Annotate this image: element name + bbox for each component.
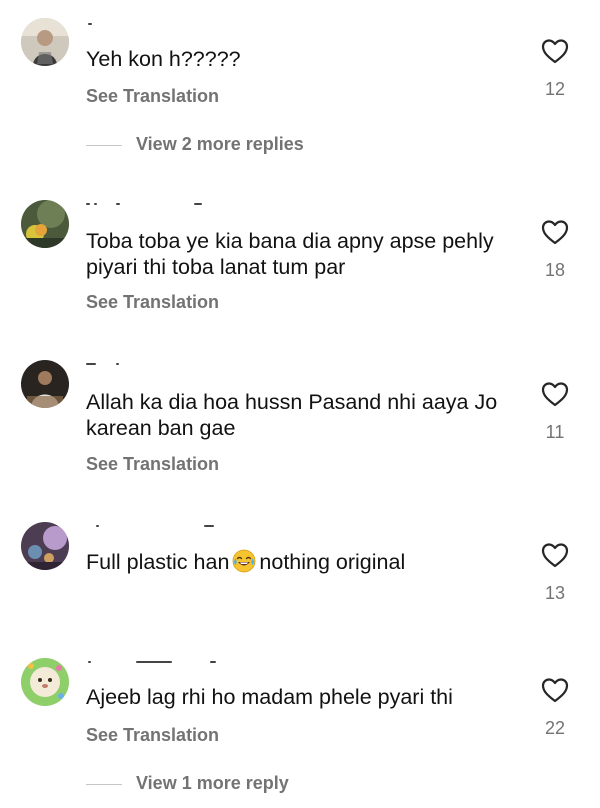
comment-text: Full plastic han nothing original xyxy=(86,549,506,575)
comment-text: Toba toba ye kia bana dia apny apse pehl… xyxy=(86,229,494,279)
heart-outline-icon[interactable] xyxy=(541,381,569,407)
like-count: 22 xyxy=(544,718,566,738)
view-replies-label: View 2 more replies xyxy=(136,134,304,154)
avatar-image xyxy=(21,360,69,408)
comment-item: Ajeeb lag rhi ho madam phele pyari thi S… xyxy=(0,648,600,808)
heart-outline-icon[interactable] xyxy=(541,219,569,245)
see-translation-link[interactable]: See Translation xyxy=(86,86,219,107)
like-count: 12 xyxy=(544,79,566,99)
avatar[interactable] xyxy=(21,658,69,706)
divider-line xyxy=(86,784,122,785)
see-translation-link[interactable]: See Translation xyxy=(86,454,219,475)
avatar-image xyxy=(21,522,69,570)
divider-line xyxy=(86,145,122,146)
comment-item: Full plastic han nothing original 13 xyxy=(0,514,600,634)
username-redacted xyxy=(86,20,206,30)
heart-outline-icon[interactable] xyxy=(541,542,569,568)
see-translation-link[interactable]: See Translation xyxy=(86,725,219,746)
avatar-image xyxy=(21,658,69,706)
like-count: 11 xyxy=(545,422,565,442)
avatar[interactable] xyxy=(21,360,69,408)
username-redacted xyxy=(86,360,206,370)
avatar-image xyxy=(21,18,69,66)
avatar[interactable] xyxy=(21,522,69,570)
avatar[interactable] xyxy=(21,18,69,66)
like-count: 18 xyxy=(544,260,566,280)
avatar-image xyxy=(21,200,69,248)
comment-text: Ajeeb lag rhi ho madam phele pyari thi xyxy=(86,685,453,709)
heart-outline-icon[interactable] xyxy=(541,677,569,703)
comment-item: Yeh kon h????? See Translation 12 View 2… xyxy=(0,0,600,170)
comment-text-part: nothing original xyxy=(259,550,406,574)
see-translation-link[interactable]: See Translation xyxy=(86,292,219,313)
comment-text: Yeh kon h????? xyxy=(86,47,241,71)
comment-text-part: Full plastic han xyxy=(86,550,230,574)
comment-text: Allah ka dia hoa hussn Pasand nhi aaya J… xyxy=(86,390,498,440)
username-redacted xyxy=(86,200,206,210)
face-with-tears-of-joy-icon xyxy=(232,549,256,573)
username-redacted xyxy=(86,522,214,532)
comment-item: Toba toba ye kia bana dia apny apse pehl… xyxy=(0,190,600,340)
avatar[interactable] xyxy=(21,200,69,248)
comment-item: Allah ka dia hoa hussn Pasand nhi aaya J… xyxy=(0,352,600,502)
heart-outline-icon[interactable] xyxy=(541,38,569,64)
view-replies-label: View 1 more reply xyxy=(136,773,289,793)
like-count: 13 xyxy=(544,583,566,603)
username-redacted xyxy=(86,658,216,668)
